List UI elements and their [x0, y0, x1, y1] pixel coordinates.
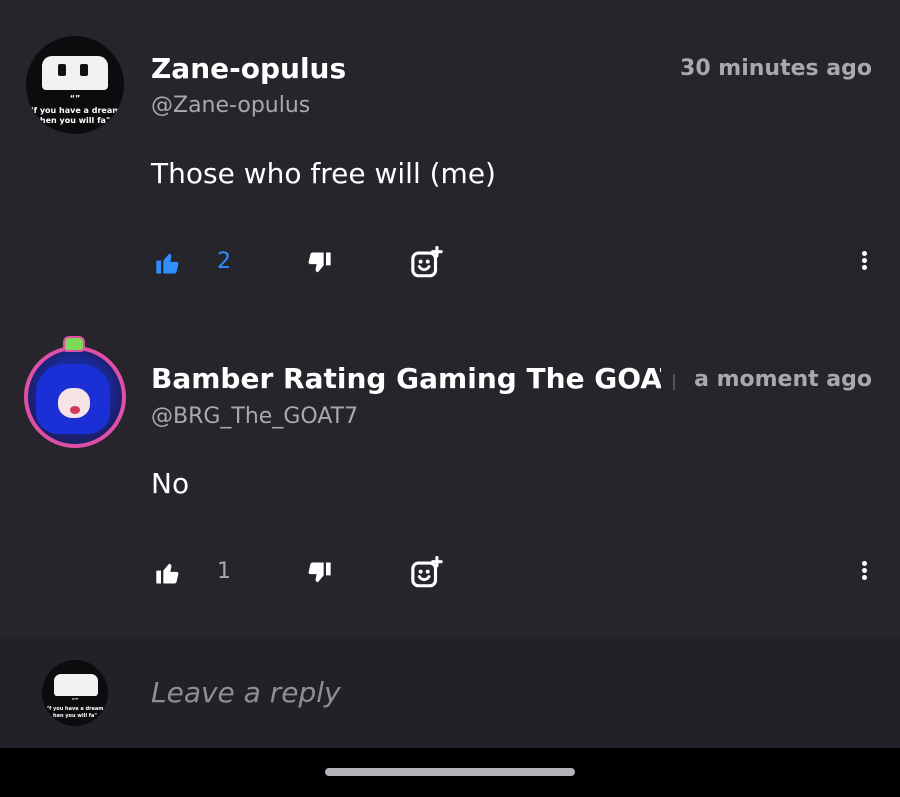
avatar[interactable]	[24, 346, 126, 448]
comment-text: No	[151, 467, 190, 500]
add-reaction-button[interactable]	[407, 243, 447, 283]
comment-text: Those who free will (me)	[151, 157, 496, 190]
avatar-quote-line: "f you have a dream	[29, 106, 121, 115]
system-navigation-bar	[0, 748, 900, 797]
thumbs-up-icon	[156, 563, 179, 584]
comment-handle[interactable]: @Zane-opulus	[151, 93, 310, 118]
reply-bar: “” "f you have a dream hen you will fa" …	[0, 638, 900, 748]
avatar-quote-line: hen you will fa"	[53, 713, 97, 719]
avatar-face-icon	[42, 56, 108, 90]
more-options-button[interactable]	[857, 249, 871, 277]
comment-username[interactable]: Bamber Rating Gaming The GOAT	[151, 362, 661, 395]
like-count: 1	[217, 559, 231, 584]
more-vertical-icon	[857, 251, 871, 270]
avatar: “” "f you have a dream hen you will fa"	[42, 660, 108, 726]
avatar[interactable]: “” "f you have a dream hen you will fa"	[26, 36, 124, 134]
avatar-badge-icon	[63, 336, 85, 352]
like-count: 2	[217, 249, 231, 274]
thumbs-down-icon	[308, 252, 331, 273]
comment-handle[interactable]: @BRG_The_GOAT7	[151, 404, 358, 429]
avatar-face-icon	[54, 674, 98, 696]
home-indicator[interactable]	[325, 768, 575, 776]
divider	[673, 374, 675, 390]
avatar-quote-line: "f you have a dream	[46, 706, 104, 712]
thumbs-down-icon	[308, 562, 331, 583]
thumbs-up-icon	[156, 253, 179, 274]
dislike-button[interactable]	[301, 243, 337, 283]
comment-actions: 1	[151, 553, 871, 593]
avatar-quote-line: hen you will fa"	[39, 116, 111, 125]
more-vertical-icon	[857, 561, 871, 580]
add-reaction-button[interactable]	[407, 553, 447, 593]
add-reaction-icon	[411, 556, 443, 588]
comment-username[interactable]: Zane-opulus	[151, 52, 346, 85]
more-options-button[interactable]	[857, 559, 871, 587]
comment-timestamp: 30 minutes ago	[680, 56, 872, 81]
avatar-quote-mark: “”	[69, 94, 81, 103]
add-reaction-icon	[411, 246, 443, 278]
like-button[interactable]	[151, 243, 185, 283]
like-button[interactable]	[151, 553, 185, 593]
avatar-quote-mark: “”	[71, 698, 79, 704]
dislike-button[interactable]	[301, 553, 337, 593]
comment-actions: 2	[151, 243, 871, 283]
comment-timestamp: a moment ago	[694, 367, 872, 392]
reply-input[interactable]: Leave a reply	[151, 676, 341, 709]
